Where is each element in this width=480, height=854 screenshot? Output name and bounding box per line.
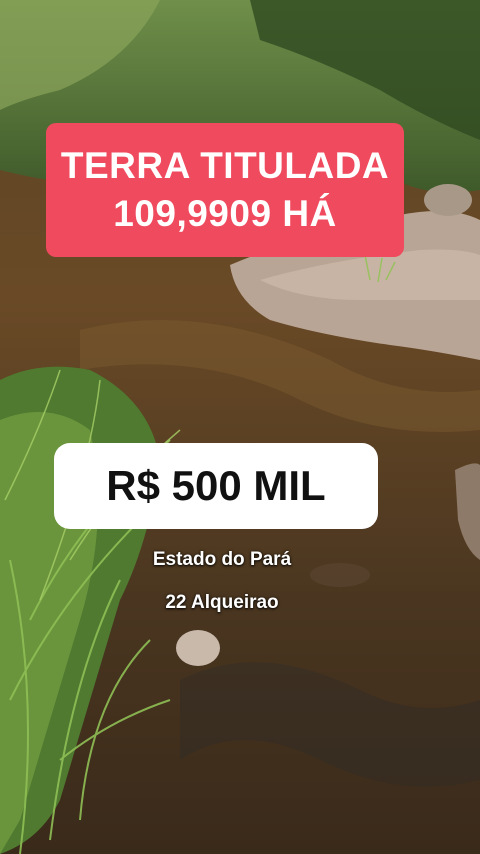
price-badge: R$ 500 MIL <box>54 443 378 529</box>
location-caption: Estado do Pará <box>152 549 292 570</box>
title-line-2: 109,9909 HÁ <box>113 193 337 234</box>
title-banner: TERRA TITULADA 109,9909 HÁ <box>46 123 404 257</box>
rock-top <box>424 184 472 216</box>
size-caption: 22 Alqueirao <box>165 592 279 613</box>
small-rock <box>176 630 220 666</box>
title-line-1: TERRA TITULADA <box>60 145 390 186</box>
price-label: R$ 500 MIL <box>106 462 326 509</box>
